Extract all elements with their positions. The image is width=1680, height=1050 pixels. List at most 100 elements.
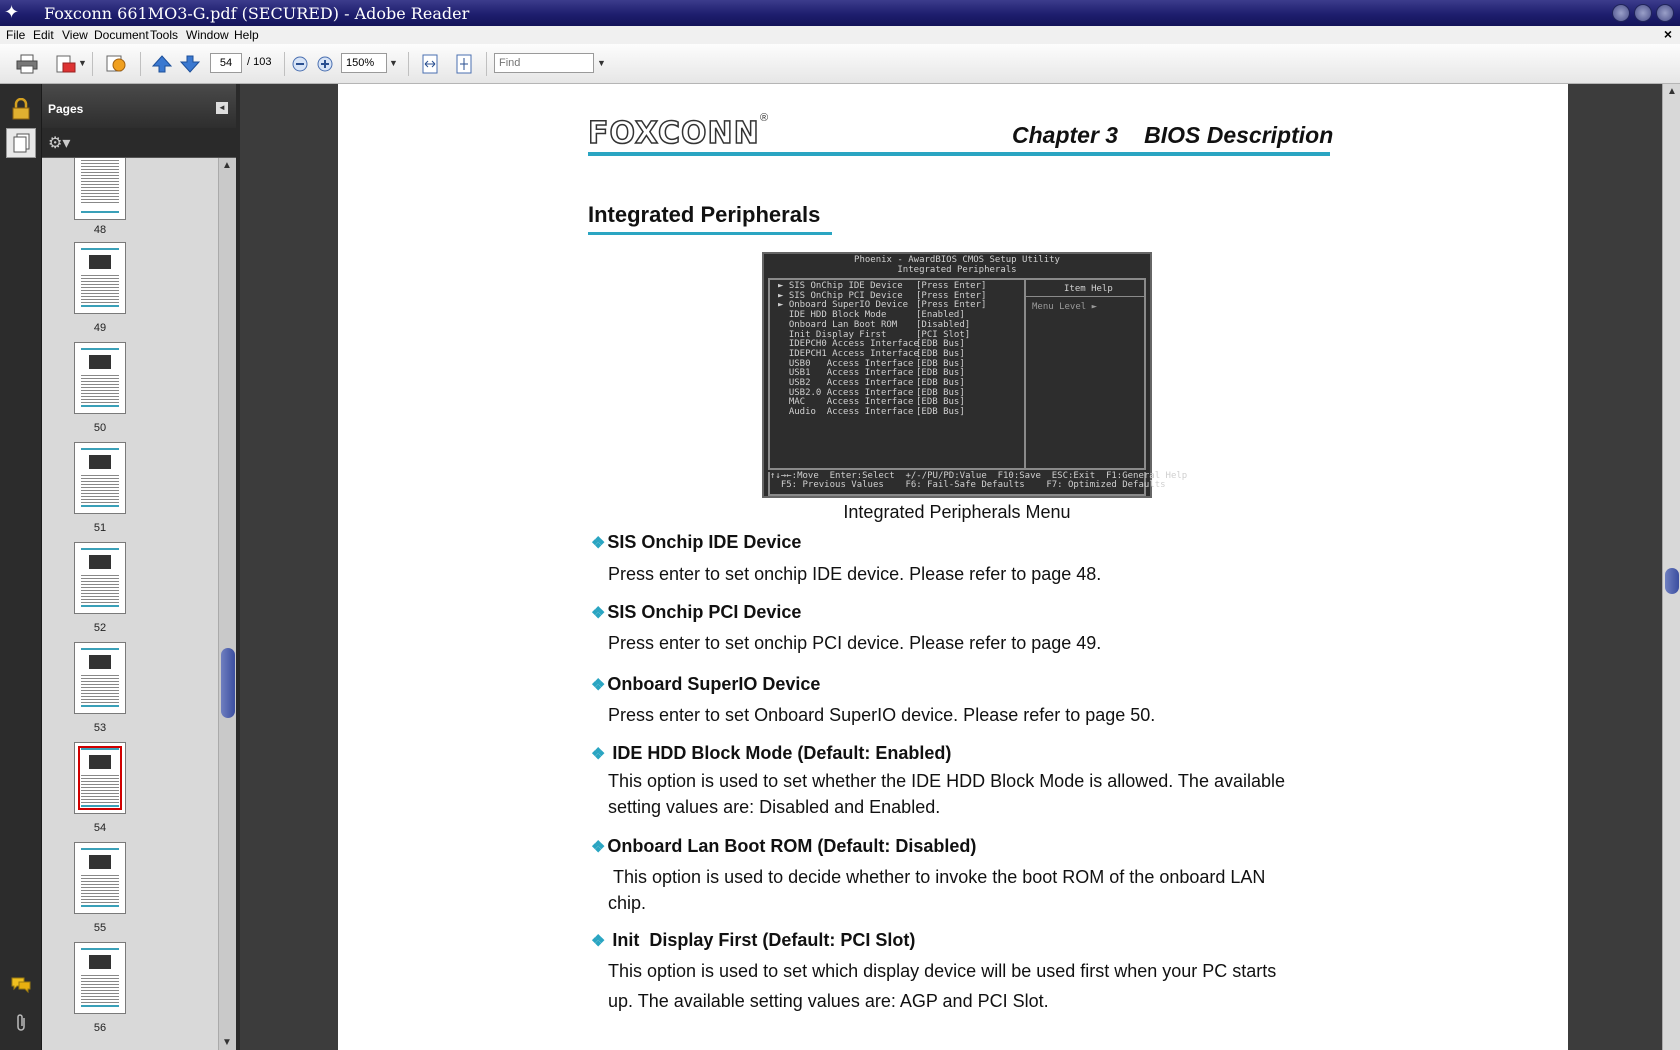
pages-panel-header: Pages ◄	[42, 84, 236, 128]
zoom-input[interactable]	[341, 53, 387, 73]
maximize-button[interactable]	[1634, 4, 1652, 22]
scroll-up-icon[interactable]: ▲	[1667, 86, 1677, 97]
option-description: This option is used to decide whether to…	[608, 867, 1271, 913]
menu-window[interactable]: Window	[186, 28, 229, 42]
bios-title-line1: Phoenix - AwardBIOS CMOS Setup Utility	[854, 255, 1060, 265]
thumbnail-list: 48 49 50 51 52 53 54 55 56	[42, 158, 218, 1050]
menu-view[interactable]: View	[62, 28, 88, 42]
chapter-heading: Chapter 3 BIOS Description	[1012, 122, 1333, 149]
pages-icon[interactable]	[6, 128, 36, 158]
thumbnail-number: 50	[93, 422, 107, 434]
app-star-icon: ✦	[4, 2, 20, 22]
title-bar: ✦ Foxconn 661MO3-G.pdf (SECURED) - Adobe…	[0, 0, 1680, 26]
diamond-bullet-icon: ❖	[591, 933, 606, 950]
bios-footer: ↑↓→←:Move Enter:Select +/-/PU/PD:Value F…	[768, 472, 1187, 496]
bios-help-rule	[1026, 296, 1146, 297]
menu-document[interactable]: Document	[94, 28, 149, 42]
diamond-bullet-icon: ❖	[591, 746, 606, 763]
scroll-up-icon[interactable]: ▲	[222, 160, 232, 171]
minimize-button[interactable]	[1612, 4, 1630, 22]
fit-width-icon[interactable]	[418, 52, 442, 76]
diamond-bullet-icon: ❖	[591, 535, 606, 552]
option-description: Press enter to set onchip PCI device. Pl…	[608, 633, 1102, 653]
option-title: ❖ Init Display First (Default: PCI Slot)	[591, 930, 916, 950]
diamond-bullet-icon: ❖	[591, 839, 606, 856]
thumbnail-scrollbar[interactable]: ▲ ▼	[218, 158, 236, 1050]
zoom-dropdown-icon[interactable]: ▼	[389, 58, 398, 68]
attachment-icon[interactable]	[6, 1008, 36, 1038]
window-controls	[1612, 4, 1674, 22]
page-thumbnail-selected[interactable]	[74, 742, 126, 814]
menu-tools[interactable]: Tools	[150, 28, 178, 42]
thumbnail-number: 55	[93, 922, 107, 934]
chapter-number: Chapter 3	[1012, 122, 1119, 148]
option-title: ❖ IDE HDD Block Mode (Default: Enabled)	[591, 743, 952, 763]
toolbar: ▼ / 103 ▼ ▼	[0, 44, 1680, 84]
bios-menu-level: Menu Level ►	[1032, 302, 1098, 312]
thumbnail-number: 51	[93, 522, 107, 534]
menu-edit[interactable]: Edit	[33, 28, 54, 42]
option-description: This option is used to set whether the I…	[608, 771, 1286, 817]
document-scrollbar[interactable]: ▲	[1662, 84, 1680, 1050]
total-pages: / 103	[247, 56, 272, 68]
option-description: Press enter to set Onboard SuperIO devic…	[608, 705, 1156, 725]
option-title: ❖ SIS Onchip IDE Device	[591, 532, 802, 552]
zoom-in-icon[interactable]	[315, 52, 335, 76]
bios-item-list: ► SIS OnChip IDE Device ► SIS OnChip PCI…	[778, 281, 919, 418]
option-title: ❖ SIS Onchip PCI Device	[591, 602, 802, 622]
find-dropdown-icon[interactable]: ▼	[597, 58, 606, 68]
page-thumbnail[interactable]	[74, 442, 126, 514]
thumbnail-number: 53	[93, 722, 107, 734]
email-dropdown-icon[interactable]: ▼	[78, 58, 87, 68]
navigation-strip	[0, 84, 42, 1050]
pages-panel: Pages ◄ ⚙▾ 48 49 50 51 52 53 54 55 56 ▲ …	[42, 84, 236, 1050]
bios-screenshot: Phoenix - AwardBIOS CMOS Setup Utility I…	[762, 252, 1187, 498]
fit-page-icon[interactable]	[452, 52, 476, 76]
find-input[interactable]	[494, 53, 594, 73]
page-thumbnail[interactable]	[74, 542, 126, 614]
figure-caption: Integrated Peripherals Menu	[843, 502, 1071, 522]
pages-options-bar: ⚙▾	[42, 128, 236, 158]
menu-bar: File Edit View Document Tools Window Hel…	[0, 26, 1680, 44]
thumbnail-scroll-thumb[interactable]	[221, 648, 235, 718]
gear-icon[interactable]: ⚙▾	[48, 133, 70, 153]
collapse-panel-icon[interactable]: ◄	[216, 102, 228, 114]
page-number-input[interactable]	[210, 53, 242, 73]
menu-help[interactable]: Help	[234, 28, 259, 42]
window-title: Foxconn 661MO3-G.pdf (SECURED) - Adobe R…	[44, 4, 470, 23]
bios-title-line2: Integrated Peripherals	[897, 265, 1017, 275]
prev-page-icon[interactable]	[150, 52, 174, 76]
zoom-out-icon[interactable]	[290, 52, 310, 76]
close-window-button[interactable]	[1656, 4, 1674, 22]
scroll-down-icon[interactable]: ▼	[222, 1037, 232, 1048]
document-scroll-thumb[interactable]	[1665, 568, 1679, 594]
document-view: FOXCONN ® Chapter 3 BIOS Description Inte…	[240, 84, 1662, 1050]
thumbnail-number: 54	[93, 822, 107, 834]
section-title: Integrated Peripherals	[588, 202, 821, 227]
option-description: Press enter to set onchip IDE device. Pl…	[608, 564, 1102, 584]
thumbnail-number: 52	[93, 622, 107, 634]
option-description: This option is used to set which display…	[608, 961, 1277, 1011]
lock-icon[interactable]	[6, 94, 36, 124]
option-title: ❖ Onboard SuperIO Device	[591, 674, 821, 694]
page-thumbnail[interactable]	[74, 342, 126, 414]
collaborate-icon[interactable]	[102, 52, 130, 76]
menu-file[interactable]: File	[6, 28, 25, 42]
page-thumbnail[interactable]	[74, 942, 126, 1014]
toolbar-separator	[284, 52, 285, 76]
page-thumbnail[interactable]	[74, 642, 126, 714]
print-icon[interactable]	[14, 52, 40, 76]
section-title-rule	[588, 232, 832, 235]
thumbnail-number: 48	[93, 224, 107, 236]
page-thumbnail[interactable]	[74, 158, 126, 220]
page-thumbnail[interactable]	[74, 842, 126, 914]
toolbar-separator	[408, 52, 409, 76]
close-document-icon[interactable]: ×	[1664, 26, 1672, 42]
diamond-bullet-icon: ❖	[591, 677, 606, 694]
email-icon[interactable]	[52, 52, 78, 76]
next-page-icon[interactable]	[178, 52, 202, 76]
comments-icon[interactable]	[6, 970, 36, 1000]
bios-value-list: [Press Enter] [Press Enter] [Press Enter…	[916, 281, 987, 418]
page-thumbnail[interactable]	[74, 242, 126, 314]
bios-help-title: Item Help	[1064, 284, 1113, 294]
